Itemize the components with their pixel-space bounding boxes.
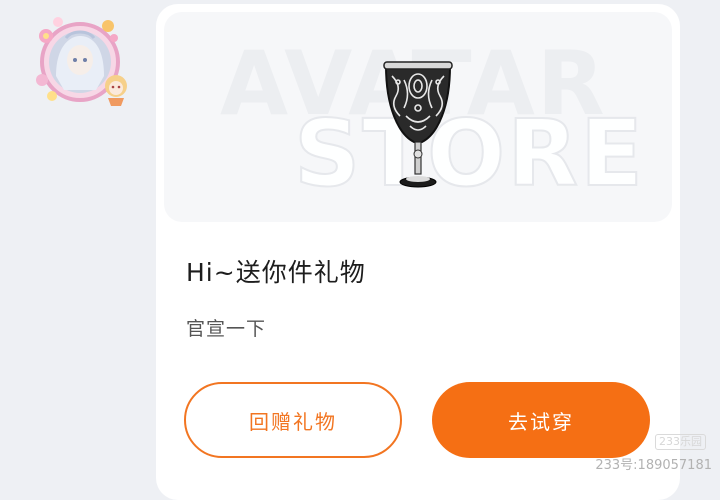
banner-watermark-store: STORE <box>293 100 645 207</box>
gift-card: AVATAR STORE <box>156 4 680 500</box>
return-gift-button[interactable]: 回赠礼物 <box>184 382 402 458</box>
watermark-user-id: 233号:189057181 <box>595 458 712 473</box>
avatar-image <box>36 17 127 106</box>
gift-title: Hi~送你件礼物 <box>186 258 366 287</box>
try-on-button[interactable]: 去试穿 <box>432 382 650 458</box>
avatar-frame[interactable] <box>22 10 138 110</box>
avatar-store-banner: AVATAR STORE <box>164 12 672 222</box>
goblet-icon <box>383 61 453 188</box>
watermark-logo: 233乐园 <box>655 434 706 450</box>
gift-subtitle: 官宣一下 <box>186 318 267 340</box>
